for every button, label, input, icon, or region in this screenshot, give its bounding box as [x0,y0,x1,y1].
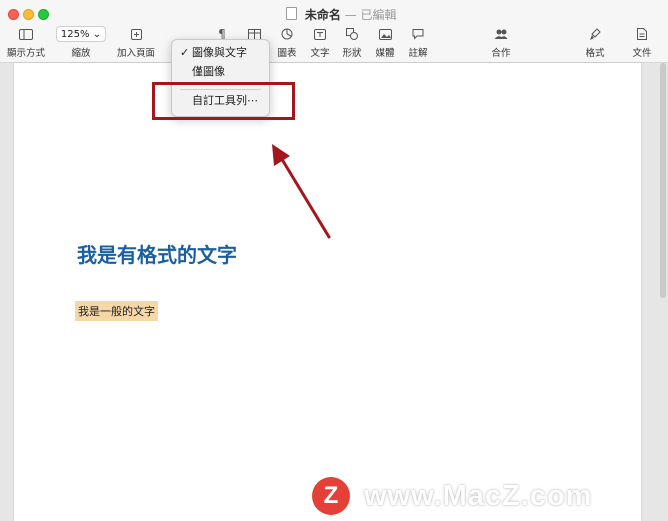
chevron-down-icon: ⌄ [92,29,102,40]
comment-button[interactable]: 註解 [406,26,430,59]
shape-label: 形狀 [342,48,362,59]
text-button[interactable]: 文字 [308,26,332,59]
scrollbar-thumb[interactable] [660,63,666,298]
watermark-logo: Z [312,477,350,515]
vertical-scrollbar[interactable] [659,63,666,521]
format-label: 格式 [585,48,605,59]
collaborate-label: 合作 [491,48,511,59]
menu-item-label: 圖像與文字 [192,46,247,59]
paintbrush-icon [582,26,608,42]
chart-label: 圖表 [277,48,297,59]
document-settings-icon [629,26,655,42]
plain-body-text[interactable]: 我是一般的文字 [75,301,158,321]
document-label: 文件 [632,48,652,59]
toolbar: 未命名 — 已編輯 顯示方式 125% ⌄ 縮放 加入頁面 ¶ 圖表 文字 形狀… [0,0,668,63]
media-button[interactable]: 媒體 [373,26,397,59]
annotation-highlight-box [152,82,295,120]
zoom-label: 縮放 [71,48,91,59]
shape-icon [340,26,364,42]
zoom-control[interactable]: 125% ⌄ 縮放 [56,26,106,59]
document-icon [286,7,297,20]
collaborate-icon [487,26,515,42]
media-label: 媒體 [375,48,395,59]
menu-item-icon-only[interactable]: 僅圖像 [172,64,269,80]
title-separator: — [344,8,357,22]
format-button[interactable]: 格式 [582,26,608,59]
comment-icon [406,26,430,42]
minimize-window-button[interactable] [23,9,34,20]
menu-item-label: 僅圖像 [192,65,225,78]
menu-item-icon-and-text[interactable]: ✓ 圖像與文字 [172,45,269,61]
document-state: 已編輯 [360,8,397,22]
zoom-select[interactable]: 125% ⌄ [56,26,106,42]
pages-window: 未命名 — 已編輯 顯示方式 125% ⌄ 縮放 加入頁面 ¶ 圖表 文字 形狀… [0,0,668,521]
shape-button[interactable]: 形狀 [340,26,364,59]
view-label: 顯示方式 [6,48,45,59]
add-page-button[interactable]: 加入頁面 [114,26,158,59]
chart-button[interactable]: 圖表 [275,26,299,59]
close-window-button[interactable] [8,9,19,20]
document-canvas [0,63,668,521]
text-box-icon [308,26,332,42]
sidebar-icon [6,26,46,42]
collaborate-button[interactable]: 合作 [487,26,515,59]
zoom-value: 125% [60,29,90,40]
checkmark-icon: ✓ [180,46,190,59]
watermark: Z www.MacZ.com [312,476,592,516]
media-icon [373,26,397,42]
chart-icon [275,26,299,42]
view-button[interactable]: 顯示方式 [6,26,46,59]
formatted-heading-text[interactable]: 我是有格式的文字 [77,239,237,268]
add-page-icon [114,26,158,42]
document-button[interactable]: 文件 [629,26,655,59]
add-page-label: 加入頁面 [116,48,155,59]
zoom-window-button[interactable] [38,9,49,20]
comment-label: 註解 [408,48,428,59]
document-title: 未命名 — 已編輯 [286,6,397,23]
document-page[interactable] [14,63,641,521]
text-label: 文字 [310,48,330,59]
document-name: 未命名 [304,8,341,22]
watermark-text: www.MacZ.com [364,479,593,512]
